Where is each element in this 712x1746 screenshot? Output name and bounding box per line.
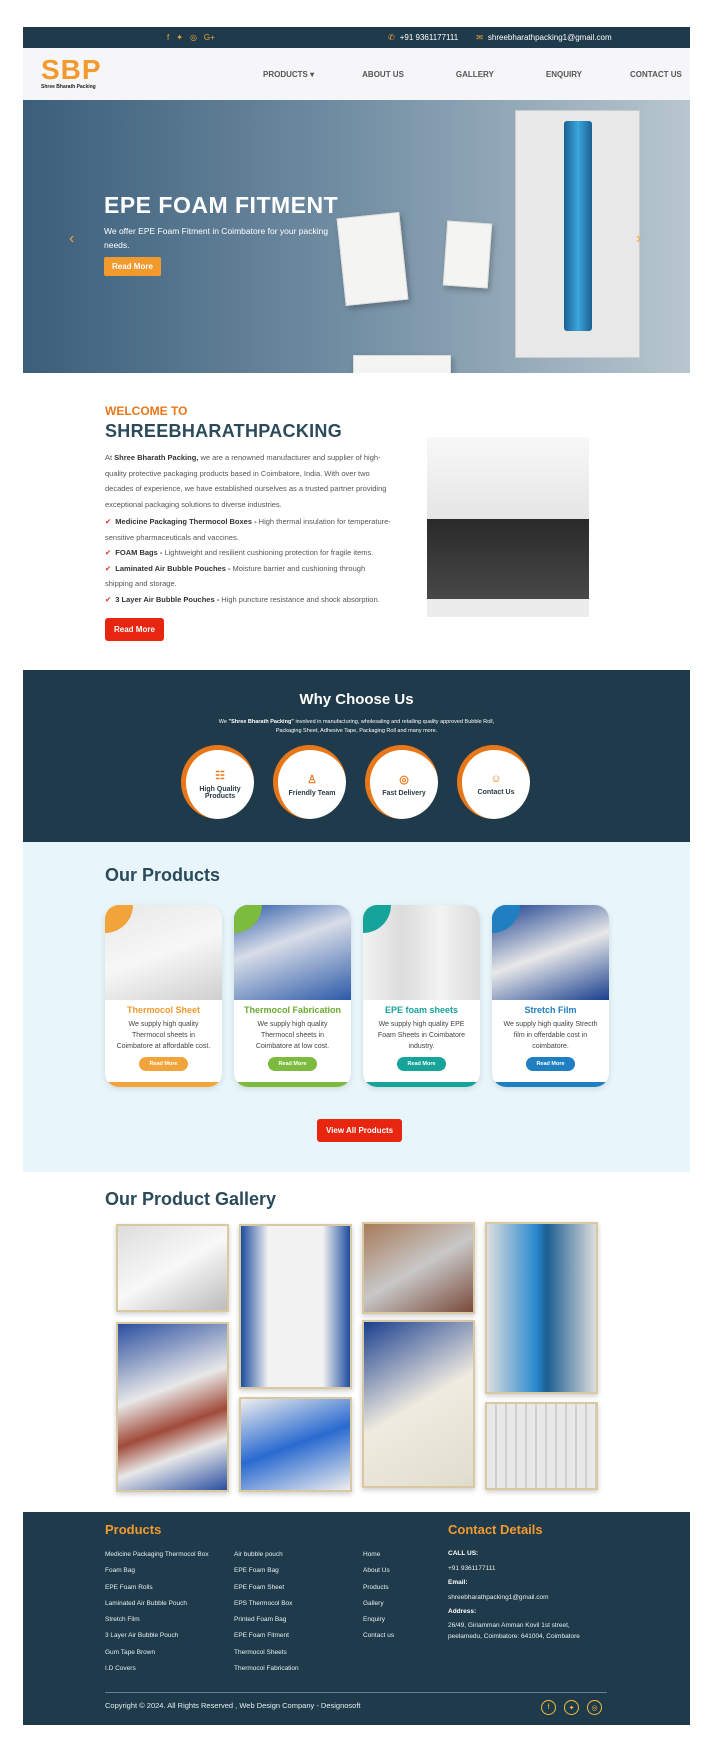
gallery-image[interactable]: [116, 1322, 229, 1492]
gallery-image[interactable]: [239, 1397, 352, 1492]
gallery-image[interactable]: [485, 1222, 598, 1394]
feature-friendly-team: ♙ Friendly Team: [273, 745, 346, 819]
instagram-icon[interactable]: ◎: [587, 1700, 602, 1715]
check-icon: ✔: [105, 563, 112, 573]
footer-contact-title: Contact Details: [448, 1522, 543, 1537]
feature-high-quality: ☷ High Quality Products: [181, 745, 254, 819]
gallery-image[interactable]: [116, 1224, 229, 1312]
products-title: Our Products: [105, 865, 221, 885]
welcome-text: At Shree Bharath Packing, we are a renow…: [105, 450, 395, 607]
top-bar: f ✦ ◎ G+ ✆ +91 9361177111 ✉ shreebharathpa…: [23, 27, 690, 48]
hero-description: We offer EPE Foam Fitment in Coimbatore …: [104, 226, 329, 250]
foam-piece-image: [336, 211, 409, 307]
product-card-thermocol-sheet[interactable]: Thermocol Sheet We supply high quality T…: [105, 905, 222, 1087]
footer-quick-links: Home About Us Products Gallery Enquiry Contac…: [363, 1551, 395, 1640]
read-more-button[interactable]: Read More: [139, 1057, 188, 1071]
feature-contact-us[interactable]: ☺ Contact Us: [457, 745, 530, 819]
support-icon: ☺: [490, 773, 502, 785]
welcome-read-more-button[interactable]: Read More: [105, 618, 164, 641]
facebook-icon[interactable]: f: [541, 1700, 556, 1715]
check-icon: ✔: [105, 548, 112, 557]
instagram-icon[interactable]: ◎: [190, 33, 197, 42]
footer-products-col1: Medicine Packaging Thermocol Box Foam Bag…: [105, 1551, 209, 1673]
phone-icon: ✆: [388, 33, 395, 42]
copyright: Copyright © 2024. All Rights Reserved , …: [105, 1701, 361, 1710]
foam-piece-image: [442, 220, 493, 289]
product-card-stretch-film[interactable]: Stretch Film We supply high quality Stre…: [492, 905, 609, 1087]
read-more-button[interactable]: Read More: [526, 1057, 575, 1071]
foam-piece-image: [353, 355, 451, 373]
navbar: SBP Shree Bharath Packing PRODUCTS ▾ ABO…: [23, 48, 690, 100]
why-description: We "Shree Bharath Packing" involved in m…: [218, 719, 495, 734]
list-item: ✔ Laminated Air Bubble Pouches - Moisture…: [105, 563, 366, 589]
topbar-email[interactable]: ✉ shreebharathpacking1@gmail.com: [476, 33, 611, 42]
nav-enquiry[interactable]: ENQUIRY: [546, 70, 582, 79]
hero-title: EPE FOAM FITMENT: [104, 192, 339, 218]
footer-divider: [105, 1692, 607, 1693]
product-image: [492, 905, 609, 1000]
envelope-icon: ✉: [476, 33, 483, 42]
footer-contact-details: CALL US: +91 9361177111 Email: shreebharat…: [448, 1550, 580, 1640]
hero-slider: ‹ › EPE FOAM FITMENT We offer EPE Foam F…: [23, 100, 690, 373]
gallery-image[interactable]: [485, 1402, 598, 1490]
product-image: [105, 905, 222, 1000]
list-item: ✔ 3 Layer Air Bubble Pouches - High punct…: [105, 594, 380, 604]
why-choose-us-section: Why Choose Us We "Shree Bharath Packing"…: [23, 670, 690, 842]
footer-products-col2: Air bubble pouch EPE Foam Bag EPE Foam She…: [234, 1551, 299, 1673]
main-menu: PRODUCTS ▾ ABOUT US GALLERY ENQUIRY CONT…: [263, 48, 682, 100]
hero-read-more-button[interactable]: Read More: [104, 257, 161, 276]
welcome-section: WELCOME TO SHREEBHARATHPACKING At Shree …: [23, 373, 690, 670]
gallery-image[interactable]: [362, 1222, 475, 1314]
nav-gallery[interactable]: GALLERY: [456, 70, 494, 79]
twitter-icon[interactable]: ✦: [176, 33, 183, 42]
check-icon: ✔: [105, 517, 112, 526]
social-links: f ✦ ◎ G+: [167, 27, 215, 48]
footer: Products Medicine Packaging Thermocol Bo…: [23, 1512, 690, 1725]
gallery-section: Our Product Gallery: [23, 1172, 690, 1512]
list-item: ✔ Medicine Packaging Thermocol Boxes - Hi…: [105, 517, 391, 542]
product-card-epe-foam-sheets[interactable]: EPE foam sheets We supply high quality E…: [363, 905, 480, 1087]
slider-prev-arrow[interactable]: ‹: [69, 230, 74, 248]
facebook-icon[interactable]: f: [167, 33, 169, 42]
foam-sheet-image: [427, 437, 589, 617]
delivery-icon: ◎: [399, 773, 409, 786]
footer-products-title: Products: [105, 1522, 162, 1537]
product-image: [234, 905, 351, 1000]
team-icon: ♙: [307, 773, 317, 786]
product-image: [363, 905, 480, 1000]
products-section: Our Products Thermocol Sheet We supply h…: [23, 842, 690, 1172]
machine-image: [515, 110, 640, 358]
welcome-subtitle: WELCOME TO: [105, 404, 188, 418]
view-all-products-button[interactable]: View All Products: [317, 1119, 403, 1142]
read-more-button[interactable]: Read More: [397, 1057, 446, 1071]
list-item: ✔ FOAM Bags - Lightweight and resilient c…: [105, 548, 374, 557]
welcome-title: SHREEBHARATHPACKING: [105, 421, 343, 441]
boxes-icon: ☷: [215, 770, 225, 782]
nav-products[interactable]: PRODUCTS ▾: [263, 70, 314, 79]
read-more-button[interactable]: Read More: [268, 1057, 317, 1071]
feature-fast-delivery: ◎ Fast Delivery: [365, 745, 438, 819]
gallery-image[interactable]: [239, 1224, 352, 1389]
nav-contact-us[interactable]: CONTACT US: [630, 70, 682, 79]
logo[interactable]: SBP Shree Bharath Packing: [41, 56, 102, 91]
why-title: Why Choose Us: [299, 691, 414, 708]
twitter-icon[interactable]: ✦: [564, 1700, 579, 1715]
slider-next-arrow[interactable]: ›: [636, 230, 641, 248]
check-icon: ✔: [105, 594, 112, 604]
gallery-image[interactable]: [362, 1320, 475, 1488]
nav-about-us[interactable]: ABOUT US: [362, 70, 404, 79]
gallery-title: Our Product Gallery: [105, 1189, 277, 1209]
product-card-thermocol-fabrication[interactable]: Thermocol Fabrication We supply high qua…: [234, 905, 351, 1087]
topbar-phone[interactable]: ✆ +91 9361177111: [388, 33, 458, 42]
google-plus-icon[interactable]: G+: [204, 33, 215, 42]
